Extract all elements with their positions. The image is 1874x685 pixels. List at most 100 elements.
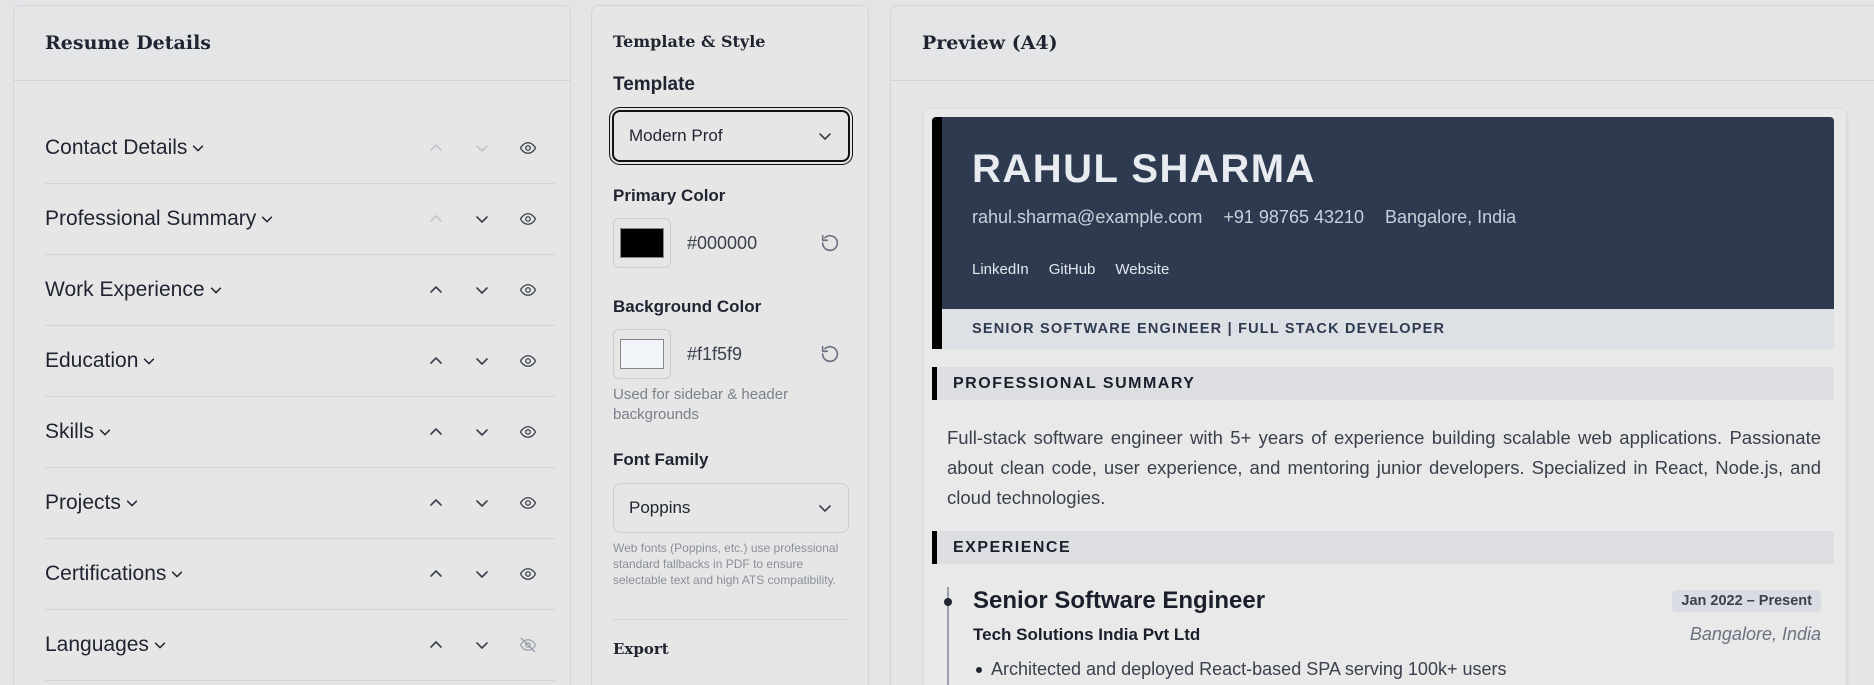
resume-details-title: Resume Details xyxy=(45,32,211,54)
chevron-down-icon xyxy=(210,287,221,294)
section-label: Contact Details xyxy=(45,136,188,159)
section-row-projects: Projects xyxy=(45,468,555,539)
move-up-icon[interactable] xyxy=(423,561,449,587)
eye-icon[interactable] xyxy=(515,561,541,587)
eye-icon[interactable] xyxy=(515,206,541,232)
background-color-row: #f1f5f9 xyxy=(613,329,849,379)
background-color-hint: Used for sidebar & header backgrounds xyxy=(613,386,789,423)
move-down-icon[interactable] xyxy=(469,135,495,161)
template-style-header: Template & Style xyxy=(592,6,868,76)
move-down-icon[interactable] xyxy=(469,561,495,587)
link-github[interactable]: GitHub xyxy=(1049,261,1096,278)
resume-details-panel: Resume Details Contact Details Profession… xyxy=(13,5,571,685)
chevron-down-icon xyxy=(819,133,831,140)
move-down-icon[interactable] xyxy=(469,206,495,232)
reset-icon[interactable] xyxy=(819,232,841,254)
move-up-icon[interactable] xyxy=(423,135,449,161)
background-color-label: Background Color xyxy=(613,297,762,316)
background-color-hex[interactable]: #f1f5f9 xyxy=(687,344,819,365)
section-toggle-contact-details[interactable]: Contact Details xyxy=(45,136,423,160)
link-website[interactable]: Website xyxy=(1115,261,1169,278)
section-toggle-certifications[interactable]: Certifications xyxy=(45,562,423,586)
experience-heading: EXPERIENCE xyxy=(932,531,1834,564)
timeline-dot xyxy=(944,598,952,606)
background-color-swatch xyxy=(620,339,664,369)
chevron-down-icon xyxy=(819,505,831,512)
section-label: Work Experience xyxy=(45,278,205,301)
eye-icon[interactable] xyxy=(515,348,541,374)
section-toggle-projects[interactable]: Projects xyxy=(45,491,423,515)
primary-color-row: #000000 xyxy=(613,218,849,268)
section-label: Education xyxy=(45,349,139,372)
link-linkedin[interactable]: LinkedIn xyxy=(972,261,1029,278)
contact-location: Bangalore, India xyxy=(1385,207,1517,227)
section-label: Languages xyxy=(45,633,149,656)
resume-contact: rahul.sharma@example.com +91 98765 43210… xyxy=(972,207,1516,228)
section-toggle-work-experience[interactable]: Work Experience xyxy=(45,278,423,302)
job-dates-badge: Jan 2022 – Present xyxy=(1672,590,1821,612)
move-up-icon[interactable] xyxy=(423,206,449,232)
section-row-skills: Skills xyxy=(45,397,555,468)
preview-panel: Preview (A4) RAHUL SHARMA rahul.sharma@e… xyxy=(890,5,1874,685)
move-up-icon[interactable] xyxy=(423,277,449,303)
font-family-label: Font Family xyxy=(613,450,709,469)
chevron-down-icon xyxy=(126,500,138,507)
preview-title: Preview (A4) xyxy=(922,32,1058,54)
section-row-work-experience: Work Experience xyxy=(45,255,555,326)
primary-color-swatch xyxy=(620,228,664,258)
summary-heading: PROFESSIONAL SUMMARY xyxy=(932,367,1834,400)
eye-icon[interactable] xyxy=(515,135,541,161)
section-label: Professional Summary xyxy=(45,207,257,230)
preview-header: Preview (A4) xyxy=(891,6,1874,81)
move-down-icon[interactable] xyxy=(469,348,495,374)
move-down-icon[interactable] xyxy=(469,419,495,445)
section-row-languages: Languages xyxy=(45,610,555,681)
section-toggle-languages[interactable]: Languages xyxy=(45,633,423,657)
section-row-education: Education xyxy=(45,326,555,397)
reset-icon[interactable] xyxy=(819,343,841,365)
chevron-down-icon xyxy=(99,429,111,436)
section-label: Projects xyxy=(45,491,121,514)
background-color-picker[interactable] xyxy=(613,329,671,379)
section-label: Skills xyxy=(45,420,95,443)
section-row-certifications: Certifications xyxy=(45,539,555,610)
primary-color-hex[interactable]: #000000 xyxy=(687,233,819,254)
section-toggle-skills[interactable]: Skills xyxy=(45,420,423,444)
section-list: Contact Details Professional Summary Work … xyxy=(45,113,555,681)
move-up-icon[interactable] xyxy=(423,490,449,516)
job-title: Senior Software Engineer xyxy=(973,587,1266,614)
eye-icon[interactable] xyxy=(515,277,541,303)
template-style-panel: Template & Style Template Modern Prof Pr… xyxy=(591,5,869,685)
move-down-icon[interactable] xyxy=(469,490,495,516)
resume-header: RAHUL SHARMA rahul.sharma@example.com +9… xyxy=(932,117,1834,349)
template-select[interactable]: Modern Prof xyxy=(612,110,850,162)
eye-icon[interactable] xyxy=(515,419,541,445)
resume-details-header: Resume Details xyxy=(14,6,570,81)
section-label: Certifications xyxy=(45,562,167,585)
chevron-down-icon xyxy=(154,642,166,649)
eye-icon[interactable] xyxy=(515,490,541,516)
chevron-down-icon xyxy=(262,216,273,223)
chevron-down-icon xyxy=(193,145,204,152)
next-section-heading: Export xyxy=(613,640,669,658)
move-up-icon[interactable] xyxy=(423,419,449,445)
contact-phone: +91 98765 43210 xyxy=(1223,207,1365,227)
primary-color-picker[interactable] xyxy=(613,218,671,268)
job-bullet: Architected and deployed React-based SPA… xyxy=(975,659,1507,679)
font-family-hint: Web fonts (Poppins, etc.) use profession… xyxy=(613,541,839,587)
template-style-title: Template & Style xyxy=(613,31,766,51)
move-up-icon[interactable] xyxy=(423,632,449,658)
section-toggle-professional-summary[interactable]: Professional Summary xyxy=(45,207,423,231)
font-family-select[interactable]: Poppins xyxy=(613,483,849,533)
move-down-icon[interactable] xyxy=(469,277,495,303)
primary-color-label: Primary Color xyxy=(613,186,726,205)
resume-links: LinkedIn GitHub Website xyxy=(972,261,1169,278)
summary-text: Full-stack software engineer with 5+ yea… xyxy=(947,427,1821,508)
resume-tagline: SENIOR SOFTWARE ENGINEER | FULL STACK DE… xyxy=(942,309,1834,349)
move-down-icon[interactable] xyxy=(469,632,495,658)
eye-off-icon[interactable] xyxy=(515,632,541,658)
template-select-value: Modern Prof xyxy=(629,126,723,145)
move-up-icon[interactable] xyxy=(423,348,449,374)
resume-name: RAHUL SHARMA xyxy=(972,147,1316,191)
section-toggle-education[interactable]: Education xyxy=(45,349,423,373)
